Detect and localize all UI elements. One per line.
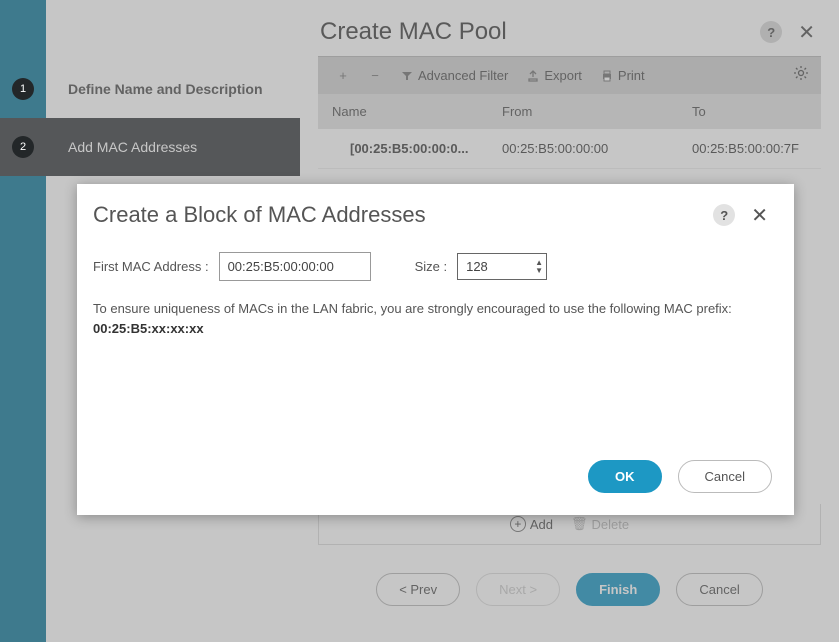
cancel-button[interactable]: Cancel xyxy=(678,460,772,493)
first-mac-input[interactable] xyxy=(219,252,371,281)
spin-down-icon[interactable]: ▼ xyxy=(533,267,545,275)
form-row: First MAC Address : Size : ▲ ▼ xyxy=(93,252,778,281)
help-icon[interactable]: ? xyxy=(713,204,735,226)
close-icon[interactable]: ✕ xyxy=(747,203,772,228)
info-text-body: To ensure uniqueness of MACs in the LAN … xyxy=(93,301,732,316)
ok-button[interactable]: OK xyxy=(588,460,662,493)
size-label: Size : xyxy=(415,259,448,274)
step-number: 2 xyxy=(12,136,34,158)
step-number: 1 xyxy=(12,78,34,100)
info-prefix: 00:25:B5:xx:xx:xx xyxy=(93,321,204,336)
info-text: To ensure uniqueness of MACs in the LAN … xyxy=(93,299,778,338)
size-stepper: ▲ ▼ xyxy=(457,253,547,280)
modal-body: First MAC Address : Size : ▲ ▼ To ensure… xyxy=(77,236,794,446)
modal-title: Create a Block of MAC Addresses xyxy=(93,202,426,228)
modal-header-actions: ? ✕ xyxy=(713,203,772,228)
modal-header: Create a Block of MAC Addresses ? ✕ xyxy=(77,184,794,236)
first-mac-label: First MAC Address : xyxy=(93,259,209,274)
create-mac-block-modal: Create a Block of MAC Addresses ? ✕ Firs… xyxy=(77,184,794,515)
modal-footer: OK Cancel xyxy=(77,446,794,515)
spinner-buttons: ▲ ▼ xyxy=(533,255,545,278)
